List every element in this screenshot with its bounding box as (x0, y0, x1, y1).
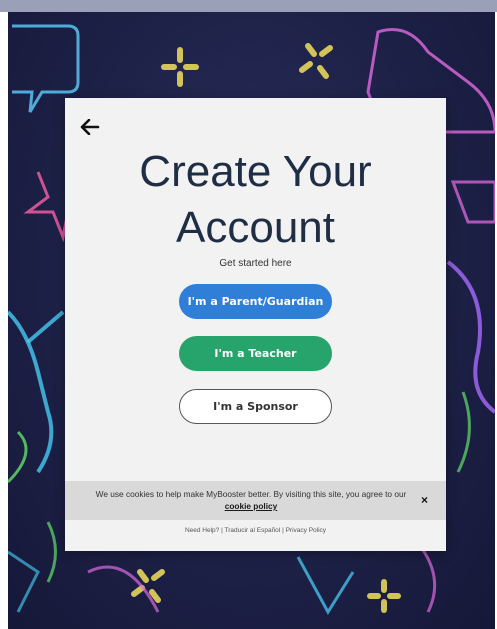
privacy-policy-link[interactable]: Privacy Policy (286, 527, 326, 534)
parent-guardian-label: I'm a Parent/Guardian (187, 295, 324, 308)
cookie-banner: We use cookies to help make MyBooster be… (65, 481, 446, 520)
page-title: Create Your Account (65, 144, 446, 256)
sponsor-button[interactable]: I'm a Sponsor (179, 389, 332, 424)
title-line-1: Create Your (139, 147, 372, 196)
footer-separator: | (221, 527, 223, 534)
footer-separator: | (282, 527, 284, 534)
sponsor-label: I'm a Sponsor (213, 400, 298, 413)
create-account-modal: Create Your Account Get started here I'm… (65, 98, 446, 551)
cookie-message: We use cookies to help make MyBooster be… (95, 489, 407, 499)
spanish-translation-link[interactable]: Traducir al Español (224, 527, 280, 534)
subtitle: Get started here (219, 258, 292, 269)
back-arrow-icon (80, 119, 100, 135)
close-icon[interactable]: × (421, 493, 428, 507)
title-line-2: Account (176, 203, 335, 252)
cookie-policy-link[interactable]: cookie policy (225, 501, 278, 511)
teacher-button[interactable]: I'm a Teacher (179, 336, 332, 371)
teacher-label: I'm a Teacher (214, 347, 297, 360)
back-button[interactable] (77, 115, 103, 139)
need-help-link[interactable]: Need Help? (185, 527, 219, 534)
cookie-text-block: We use cookies to help make MyBooster be… (91, 488, 411, 512)
footer-links: Need Help? | Traducir al Español | Priva… (65, 527, 446, 534)
browser-top-bar (0, 0, 497, 12)
parent-guardian-button[interactable]: I'm a Parent/Guardian (179, 284, 332, 319)
